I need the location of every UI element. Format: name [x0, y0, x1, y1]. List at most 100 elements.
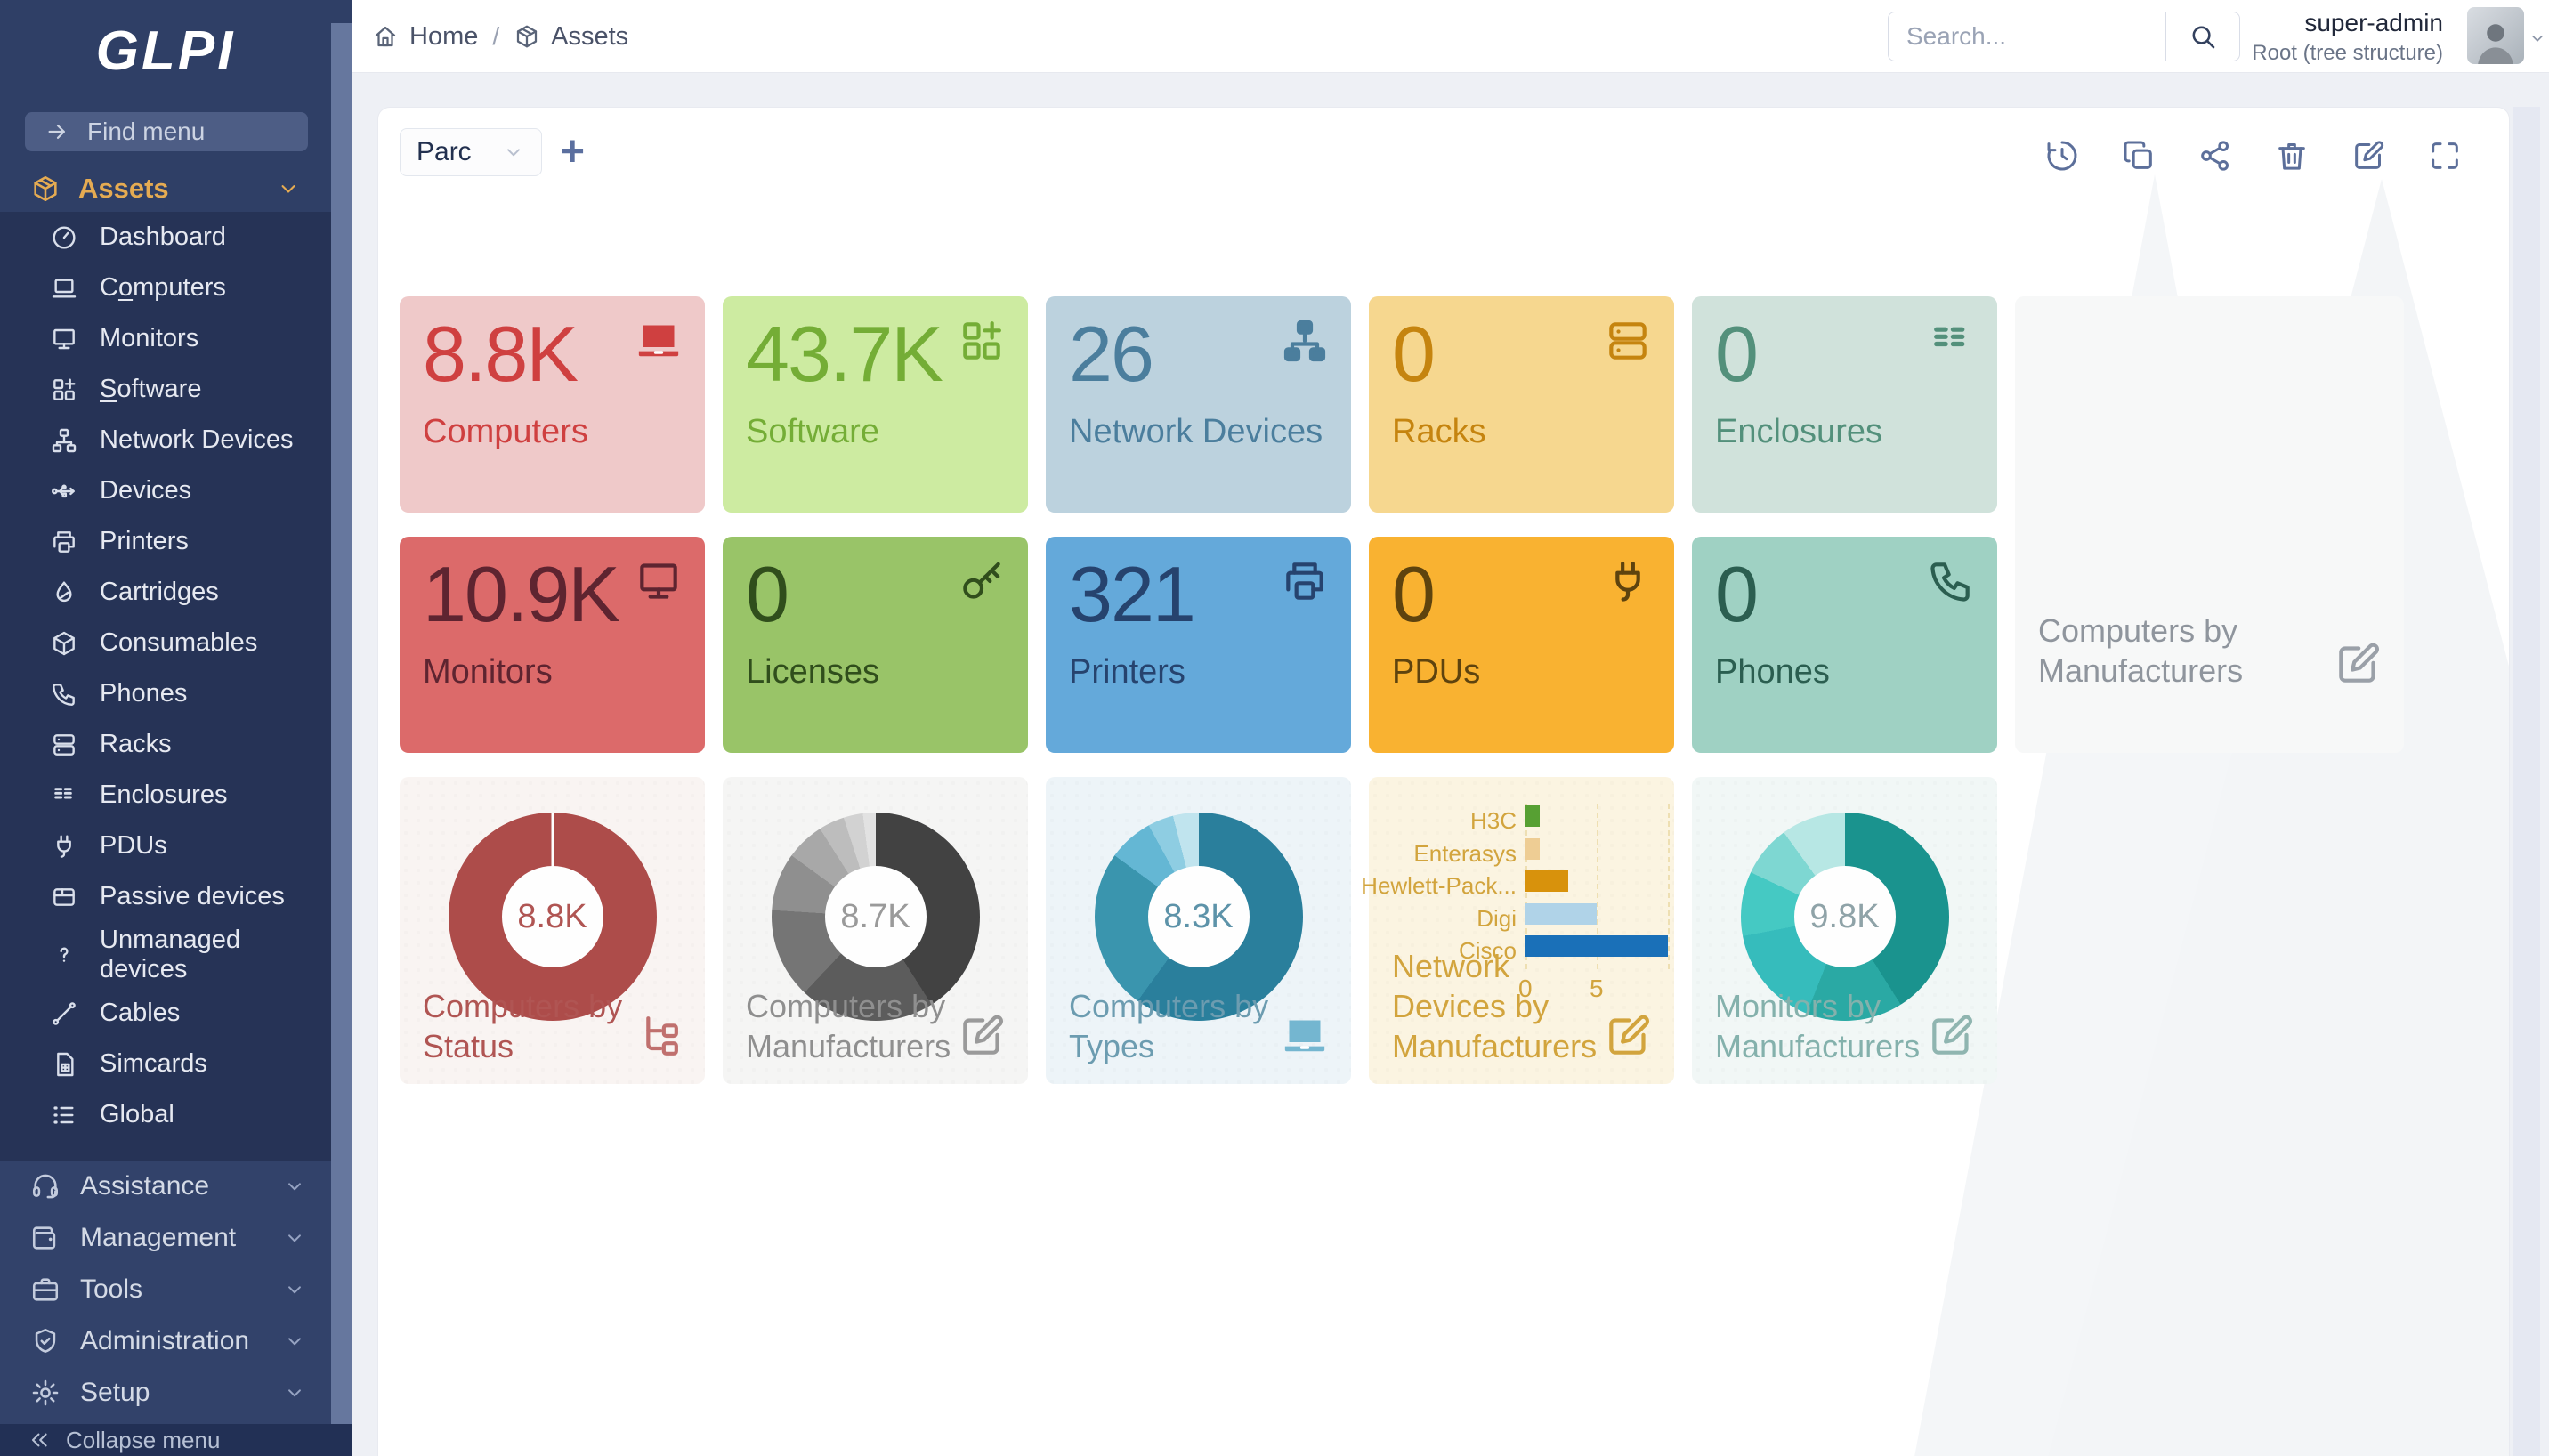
chart-card-computers-by-status[interactable]: 8.8KComputers by Status — [400, 777, 705, 1084]
sidebar-item-global[interactable]: Global — [0, 1089, 331, 1140]
breadcrumb: Home/Assets — [372, 0, 628, 73]
laptop-icon[interactable] — [1280, 1011, 1330, 1061]
donut-center-value: 8.3K — [1148, 866, 1250, 967]
key-icon — [957, 556, 1007, 606]
sidebar-item-phones[interactable]: Phones — [0, 668, 331, 719]
sidebar-item-label: Unmanaged devices — [100, 926, 295, 985]
bar-category-label: Enterasys — [1413, 840, 1517, 868]
page-scrollbar[interactable] — [2513, 107, 2540, 1456]
rows-icon — [1926, 316, 1976, 366]
chevron-down-icon[interactable] — [2528, 28, 2547, 48]
edit-icon[interactable] — [2333, 639, 2383, 689]
add-dashboard-button[interactable]: + — [560, 131, 585, 174]
sidebar-item-monitors[interactable]: Monitors — [0, 313, 331, 364]
history-icon[interactable] — [2044, 138, 2080, 174]
bar-category-label: Digi — [1477, 905, 1517, 933]
breadcrumb-assets[interactable]: Assets — [514, 22, 628, 52]
chart-card-computers-by-types[interactable]: 8.3KComputers by Types — [1046, 777, 1351, 1084]
sidebar-item-label: Dashboard — [100, 222, 226, 252]
sidebar-item-dashboard[interactable]: Dashboard — [0, 212, 331, 263]
donut-center-value: 8.7K — [825, 866, 927, 967]
phone-icon — [1926, 556, 1976, 606]
chart-card-computers-by-manufacturers[interactable]: 8.7KComputers by Manufacturers — [723, 777, 1028, 1084]
sidebar-scrollbar[interactable] — [331, 0, 352, 1456]
laptop-icon — [50, 274, 78, 303]
sidebar-section-management[interactable]: Management — [0, 1212, 331, 1264]
sidebar-section-administration[interactable]: Administration — [0, 1315, 331, 1367]
sidebar-section-tools[interactable]: Tools — [0, 1264, 331, 1315]
sidebar-item-label: Phones — [100, 679, 187, 708]
copy-icon[interactable] — [2121, 138, 2157, 174]
user-menu[interactable]: super-admin Root (tree structure) — [2252, 9, 2443, 66]
edit-icon[interactable] — [1603, 1011, 1653, 1061]
cube-icon — [514, 23, 540, 50]
sidebar-item-consumables[interactable]: Consumables — [0, 618, 331, 668]
breadcrumb-home[interactable]: Home — [372, 22, 478, 52]
sidebar-item-cartridges[interactable]: Cartridges — [0, 567, 331, 618]
card-computers-by-manufacturers-empty[interactable]: Computers by Manufacturers — [2015, 296, 2404, 753]
edit-icon[interactable] — [2351, 138, 2386, 174]
sidebar-item-passive-devices[interactable]: Passive devices — [0, 871, 331, 922]
chart-card-monitors-by-manufacturers[interactable]: 9.8KMonitors by Manufacturers — [1692, 777, 1997, 1084]
collapse-menu-button[interactable]: Collapse menu — [0, 1424, 352, 1456]
edit-icon[interactable] — [1926, 1011, 1976, 1061]
sidebar: GLPI Find menu Assets Dashboard Computers… — [0, 0, 331, 1456]
stat-card-software[interactable]: 43.7KSoftware — [723, 296, 1028, 513]
section-label: Setup — [80, 1378, 150, 1408]
stat-card-computers[interactable]: 8.8KComputers — [400, 296, 705, 513]
maximize-icon[interactable] — [2427, 138, 2463, 174]
search-button[interactable] — [2165, 12, 2240, 61]
sidebar-item-cables[interactable]: Cables — [0, 988, 331, 1039]
phone-icon — [50, 680, 78, 708]
stat-label: Monitors — [423, 653, 682, 692]
chart-title: Network Devices by Manufacturers — [1392, 946, 1614, 1066]
find-menu-button[interactable]: Find menu — [25, 112, 308, 151]
stat-card-enclosures[interactable]: 0Enclosures — [1692, 296, 1997, 513]
glpi-logo: GLPI — [0, 20, 331, 83]
printer-icon — [1280, 556, 1330, 606]
sidebar-item-devices[interactable]: Devices — [0, 465, 331, 516]
bar-digi — [1525, 903, 1597, 925]
donut-center-value: 8.8K — [502, 866, 603, 967]
sidebar-item-unmanaged-devices[interactable]: Unmanaged devices — [0, 922, 331, 988]
avatar[interactable] — [2467, 7, 2524, 64]
sidebar-item-enclosures[interactable]: Enclosures — [0, 770, 331, 821]
edit-icon[interactable] — [957, 1011, 1007, 1061]
stat-card-printers[interactable]: 321Printers — [1046, 537, 1351, 753]
sidebar-item-computers[interactable]: Computers — [0, 263, 331, 313]
stat-card-pdus[interactable]: 0PDUs — [1369, 537, 1674, 753]
passive-icon — [50, 883, 78, 911]
stat-card-phones[interactable]: 0Phones — [1692, 537, 1997, 753]
gridline — [1668, 804, 1670, 969]
sidebar-item-pdus[interactable]: PDUs — [0, 821, 331, 871]
sidebar-section-setup[interactable]: Setup — [0, 1367, 331, 1419]
tree-icon[interactable] — [634, 1011, 684, 1061]
stat-card-licenses[interactable]: 0Licenses — [723, 537, 1028, 753]
stat-label: PDUs — [1392, 653, 1651, 692]
stat-label: Network Devices — [1069, 413, 1328, 451]
sidebar-section-assistance[interactable]: Assistance — [0, 1161, 331, 1212]
share-icon[interactable] — [2197, 138, 2233, 174]
section-label: Management — [80, 1223, 236, 1253]
plug-icon — [1603, 556, 1653, 606]
sidebar-item-simcards[interactable]: Simcards — [0, 1039, 331, 1089]
trash-icon[interactable] — [2274, 138, 2310, 174]
chevron-down-icon — [283, 1330, 306, 1353]
sidebar-item-network-devices[interactable]: Network Devices — [0, 415, 331, 465]
sidebar-item-label: Monitors — [100, 324, 198, 353]
chart-title: Monitors by Manufacturers — [1715, 986, 1938, 1066]
dashboard-selector[interactable]: Parc — [400, 128, 542, 176]
sidebar-item-printers[interactable]: Printers — [0, 516, 331, 567]
sidebar-item-racks[interactable]: Racks — [0, 719, 331, 770]
stat-card-network-devices[interactable]: 26Network Devices — [1046, 296, 1351, 513]
chart-card-network-devices-by-manufacturers[interactable]: H3CEnterasysHewlett-Pack...DigiCisco05Ne… — [1369, 777, 1674, 1084]
stat-card-racks[interactable]: 0Racks — [1369, 296, 1674, 513]
search-input[interactable] — [1888, 12, 2165, 61]
monitor-icon — [634, 556, 684, 606]
card-title: Computers by Manufacturers — [2038, 611, 2287, 691]
chevron-down-icon — [283, 1226, 306, 1250]
sidebar-section-assets[interactable]: Assets — [0, 171, 331, 206]
dashboard-toolbar — [2044, 138, 2463, 174]
stat-card-monitors[interactable]: 10.9KMonitors — [400, 537, 705, 753]
sidebar-item-software[interactable]: Software — [0, 364, 331, 415]
